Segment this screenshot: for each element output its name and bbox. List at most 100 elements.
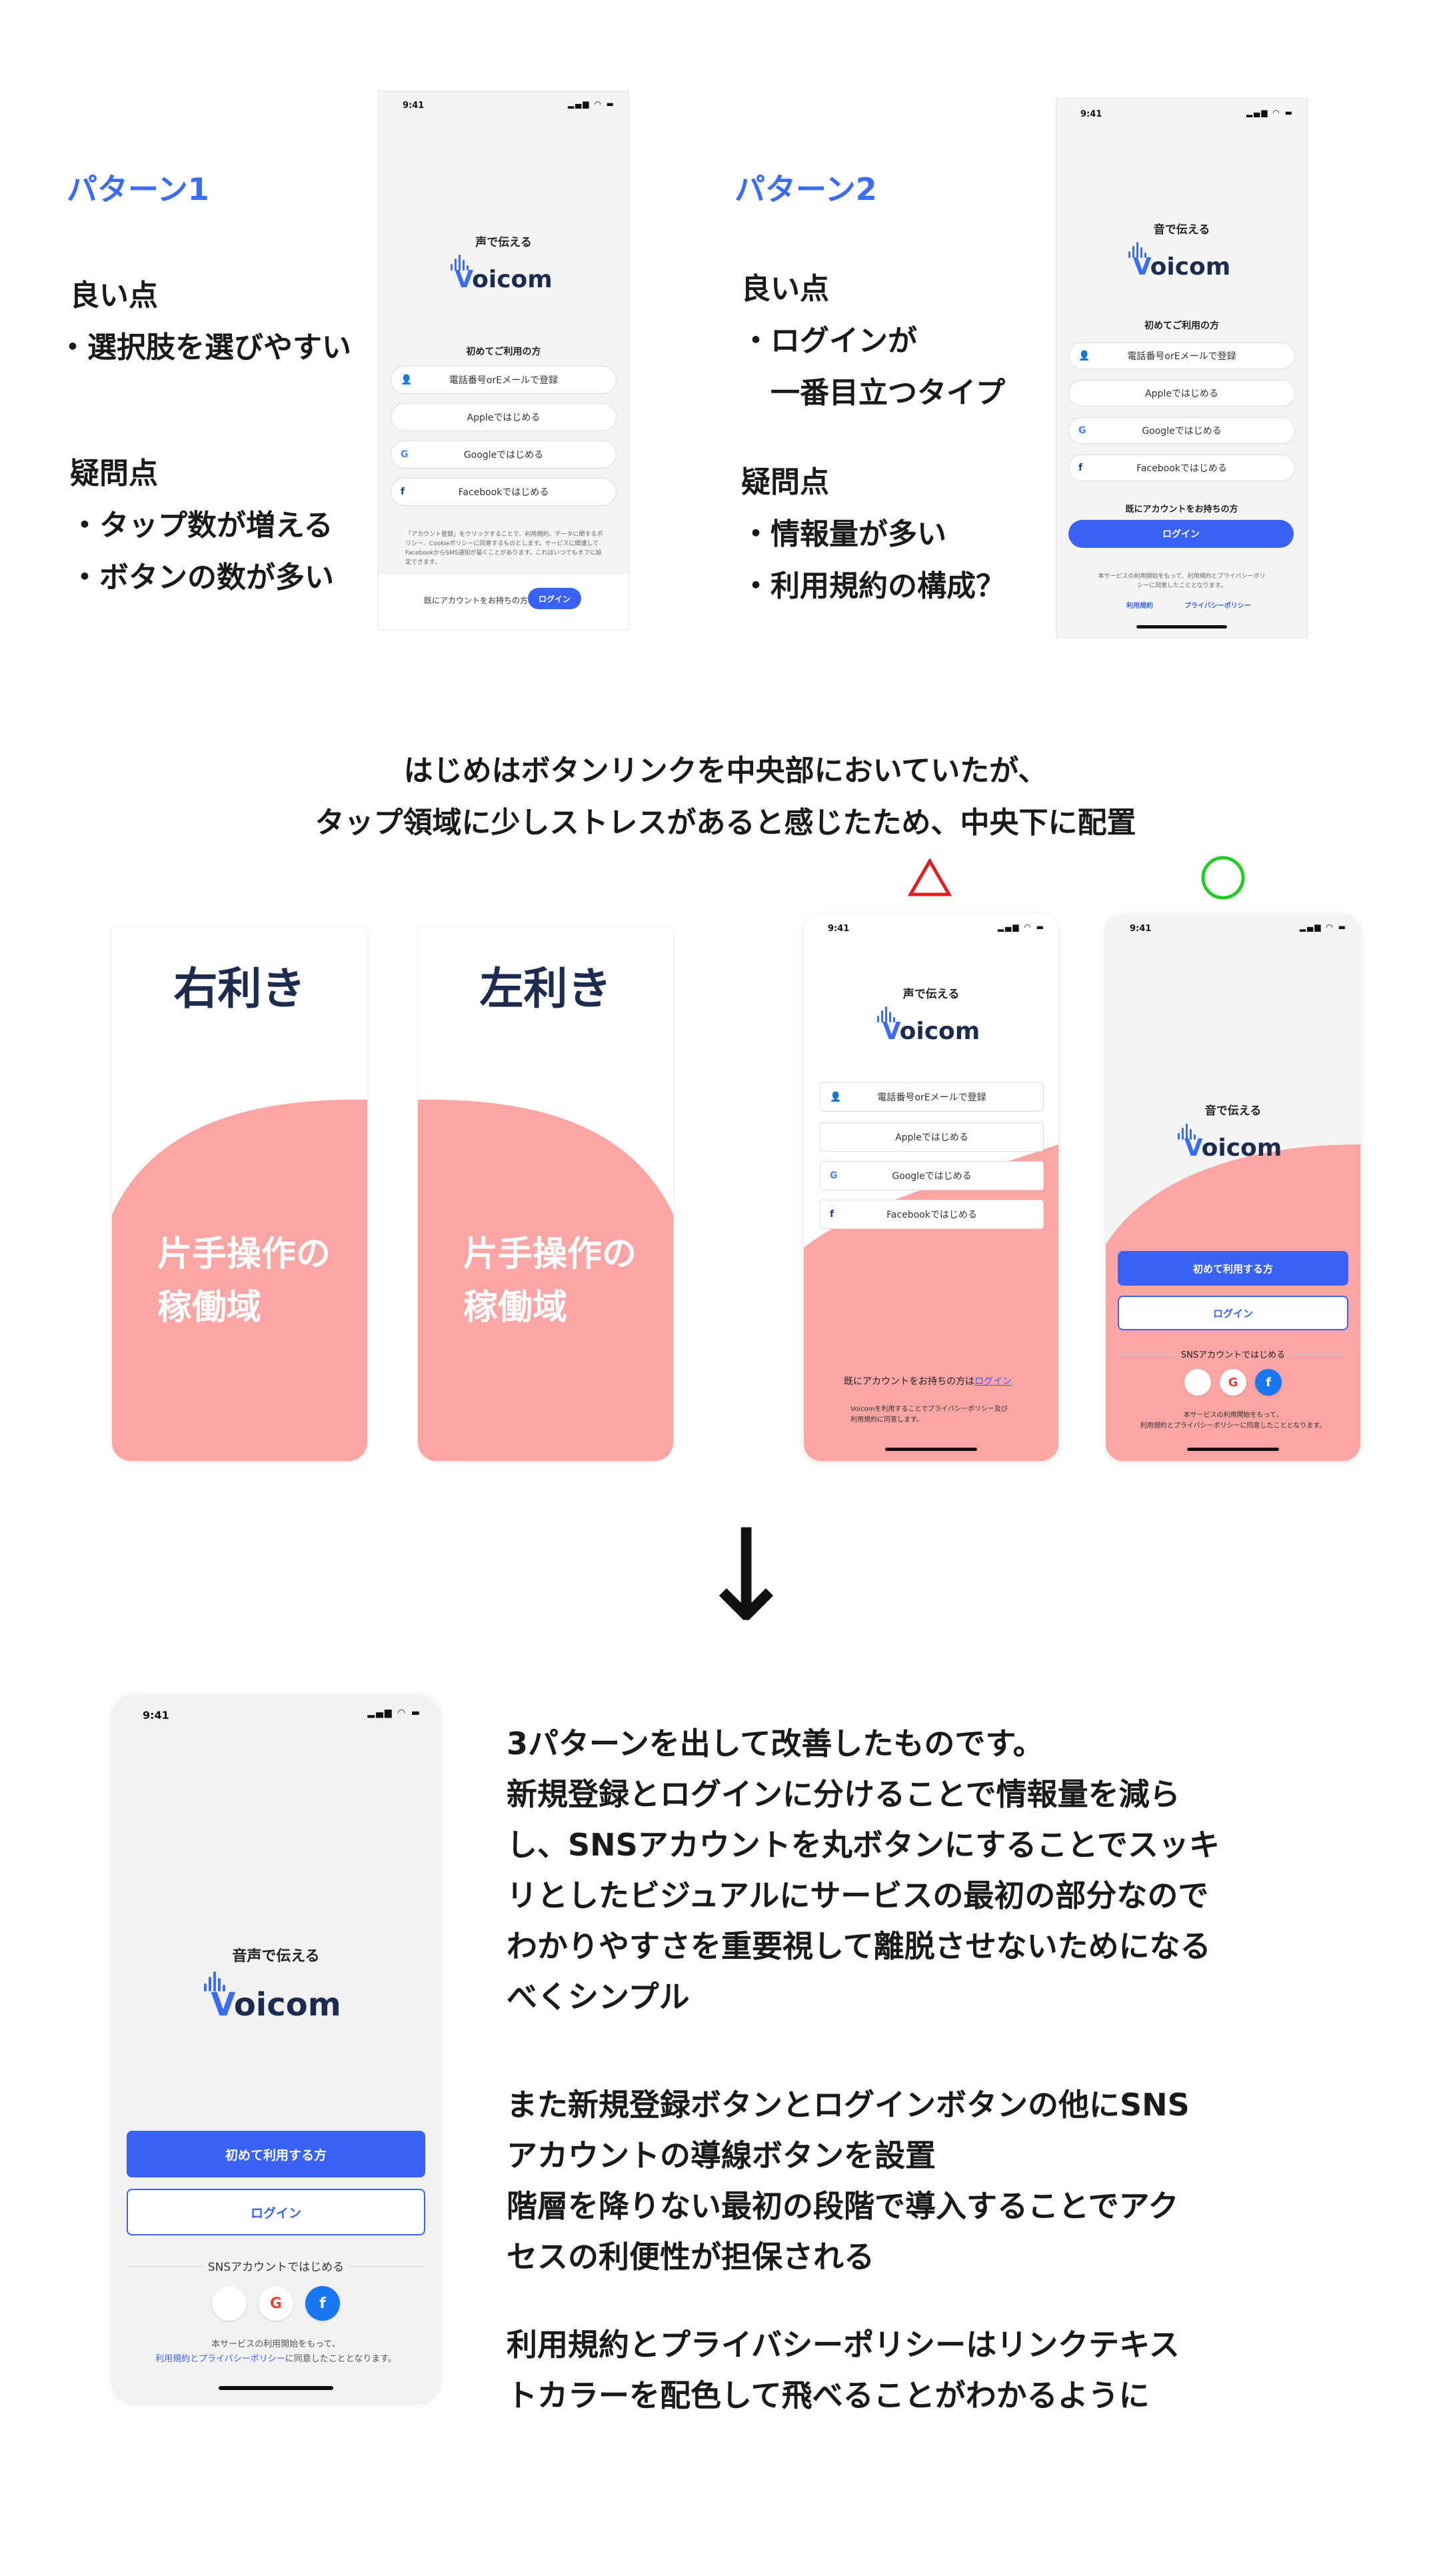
person-icon: 👤	[401, 375, 413, 385]
description-line: 新規登録とログインに分けることで情報量を減ら	[507, 1776, 1180, 1812]
zone-text-line: 片手操作の	[463, 1234, 637, 1274]
login-button[interactable]: ログイン	[528, 588, 581, 609]
pattern2-good-section: 良い点 ・ログインが 一番目立つタイプ	[741, 263, 1005, 419]
fine-print: 本サービスの利用開始をもって、利用規約とプライバシーポリシーに同意したこととなり…	[1098, 573, 1266, 589]
pattern2-question-heading: 疑問点	[741, 465, 829, 499]
button-label: Appleではじめる	[467, 413, 541, 423]
home-indicator	[1136, 625, 1227, 629]
register-phone-email-button[interactable]: 👤 電話番号orEメールで登録	[1068, 343, 1295, 369]
register-phone-email-button[interactable]: 👤 電話番号orEメールで登録	[820, 1082, 1044, 1112]
pattern1-good-item: ・選択肢を選びやすい	[58, 331, 351, 365]
status-icons: ▂▄▆ ◠ ▬	[1300, 922, 1347, 932]
tagline: 声で伝える	[902, 988, 960, 1001]
button-label: Facebookではじめる	[886, 1210, 977, 1220]
pattern1-good-section: 良い点 ・選択肢を選びやすい	[58, 270, 351, 374]
button-label: Appleではじめる	[895, 1132, 968, 1143]
battery-icon: ▬	[1036, 922, 1045, 932]
button-label: Googleではじめる	[463, 450, 544, 461]
register-phone-email-button[interactable]: 👤 電話番号orEメールで登録	[391, 366, 617, 394]
apple-signin-button[interactable]: Appleではじめる	[1068, 380, 1295, 407]
pattern2-good-heading: 良い点	[741, 272, 829, 306]
google-signin-button[interactable]: G Googleではじめる	[1068, 417, 1295, 444]
status-time: 9:41	[403, 101, 425, 111]
status-icons: ▂▄▆ ◠ ▬	[367, 1708, 421, 1718]
fine-print: 「アカウント登録」をクリックすることで、利用規約、データに関するポリシー、Coo…	[405, 531, 603, 566]
voicom-logo: Voicom	[1132, 253, 1231, 281]
description-line: 3パターンを出して改善したものです。	[507, 1726, 1044, 1762]
apple-signin-button[interactable]: Appleではじめる	[391, 403, 617, 431]
pattern1-question-item: ・ボタンの数が多い	[70, 561, 334, 595]
fine-print-line: 利用規約とプライバシーポリシーに同意したこととなります。	[155, 2354, 397, 2364]
description-line: べくシンプル	[507, 1979, 690, 2015]
voicom-logo: Voicom	[211, 1986, 341, 2023]
middle-caption: はじめはボタンリンクを中央部においていたが、 タップ領域に少しストレスがあると感…	[0, 745, 1451, 849]
button-label: Googleではじめる	[892, 1171, 972, 1182]
privacy-link[interactable]: プライバシーポリシー	[1184, 600, 1251, 610]
apple-icon[interactable]	[212, 2286, 247, 2321]
google-icon[interactable]: G	[259, 2286, 293, 2321]
fine-print-line: 本サービスの利用開始をもって、	[1183, 1412, 1283, 1419]
google-signin-button[interactable]: G Googleではじめる	[391, 441, 617, 469]
tagline: 音声で伝える	[232, 1948, 320, 1965]
existing-account-row: 既にアカウントをお持ちの方はログイン	[844, 1374, 1012, 1388]
battery-icon: ▬	[411, 1708, 421, 1718]
google-icon: G	[1078, 425, 1086, 436]
fine-print-line: 利用規約とプライバシーポリシーに同意したこととなります。	[1140, 1422, 1326, 1430]
facebook-icon: f	[830, 1209, 834, 1220]
pattern1-question-heading: 疑問点	[70, 457, 158, 491]
button-label: 電話番号orEメールで登録	[877, 1092, 986, 1103]
login-button[interactable]: ログイン	[1068, 520, 1294, 548]
first-time-button[interactable]: 初めて利用する方	[1118, 1251, 1348, 1286]
description-line: 利用規約とプライバシーポリシーはリンクテキス	[507, 2327, 1180, 2363]
left-hand-zone-card: 左利き 片手操作の 稼働域	[418, 928, 673, 1461]
existing-account-label: 既にアカウントをお持ちの方	[1125, 505, 1238, 515]
facebook-icon: f	[401, 487, 405, 497]
status-icons: ▂▄▆ ◠ ▬	[1246, 108, 1294, 117]
login-button[interactable]: ログイン	[1118, 1296, 1348, 1330]
battery-icon: ▬	[606, 99, 615, 109]
facebook-icon: f	[1078, 463, 1083, 473]
fine-print: 本サービスの利用開始をもって、 利用規約とプライバシーポリシーに同意したこととな…	[112, 2337, 440, 2367]
pattern2-phone: 9:41 ▂▄▆ ◠ ▬ 音で伝える Voicom 初めてご利用の方 👤 電話番号…	[1056, 99, 1307, 637]
facebook-signin-button[interactable]: f Facebookではじめる	[391, 478, 617, 506]
wifi-icon: ◠	[1024, 922, 1032, 932]
right-hand-zone-card: 右利き 片手操作の 稼働域	[112, 928, 367, 1461]
person-icon: 👤	[1078, 351, 1090, 361]
google-signin-button[interactable]: G Googleではじめる	[820, 1161, 1044, 1190]
tagline: 音で伝える	[1204, 1104, 1262, 1118]
terms-privacy-link[interactable]: 利用規約とプライバシーポリシー	[155, 2354, 285, 2364]
facebook-signin-button[interactable]: f Facebookではじめる	[1068, 455, 1295, 481]
existing-account-label: 既にアカウントをお持ちの方は	[844, 1376, 974, 1387]
first-time-button[interactable]: 初めて利用する方	[127, 2131, 425, 2177]
caption-line: タップ領域に少しストレスがあると感じたため、中央下に配置	[315, 806, 1136, 840]
facebook-icon[interactable]: f	[1255, 1369, 1282, 1396]
apple-signin-button[interactable]: Appleではじめる	[820, 1122, 1044, 1152]
apple-icon[interactable]	[1184, 1369, 1211, 1396]
sns-label: SNSアカウントではじめる	[112, 2257, 440, 2274]
login-link[interactable]: ログイン	[974, 1376, 1012, 1387]
facebook-signin-button[interactable]: f Facebookではじめる	[820, 1200, 1044, 1229]
google-icon: G	[401, 449, 409, 460]
terms-link[interactable]: 利用規約	[1126, 600, 1153, 610]
google-icon[interactable]: G	[1220, 1369, 1246, 1396]
description-line: アカウントの導線ボタンを設置	[507, 2137, 936, 2173]
voicom-logo: Voicom	[882, 1018, 980, 1045]
tagline: 声で伝える	[475, 236, 532, 249]
home-indicator	[885, 1448, 977, 1451]
caption-line: はじめはボタンリンクを中央部においていたが、	[403, 754, 1048, 788]
phone-variant-b: 9:41 ▂▄▆ ◠ ▬ 音で伝える Voicom 初めて利用する方 ログイン …	[1106, 914, 1360, 1461]
zone-text-line: 片手操作の	[157, 1234, 331, 1274]
google-icon: G	[830, 1170, 838, 1181]
login-button[interactable]: ログイン	[127, 2189, 425, 2235]
pattern2-question-section: 疑問点 ・情報量が多い ・利用規約の構成？	[741, 457, 1005, 613]
description-line: わかりやすさを重要視して離脱させないためになる	[507, 1928, 1211, 1964]
zone-title: 左利き	[479, 963, 612, 1014]
battery-icon: ▬	[1284, 108, 1294, 117]
circle-mark	[1201, 856, 1245, 900]
status-time: 9:41	[828, 924, 850, 934]
signal-icon: ▂▄▆	[997, 922, 1020, 932]
status-time: 9:41	[1080, 109, 1102, 119]
facebook-icon[interactable]: f	[305, 2286, 340, 2321]
pattern1-good-heading: 良い点	[70, 279, 158, 313]
pattern2-good-item: 一番目立つタイプ	[741, 376, 1005, 410]
